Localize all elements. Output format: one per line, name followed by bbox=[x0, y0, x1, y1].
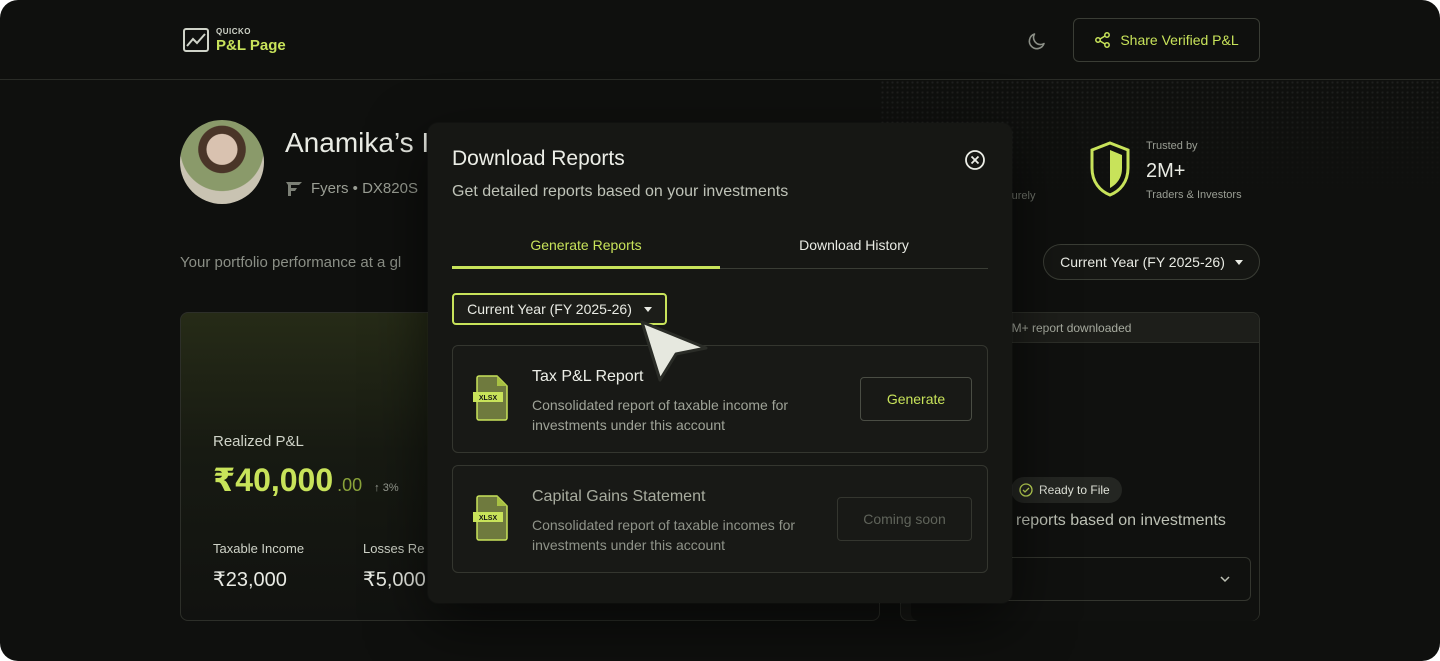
fy-select-label: Current Year (FY 2025-26) bbox=[467, 301, 632, 317]
downloads-note-text: 3M+ report downloaded bbox=[1005, 320, 1132, 335]
fy-select-dropdown[interactable]: Current Year (FY 2025-26) bbox=[452, 293, 667, 325]
generate-button[interactable]: Generate bbox=[860, 377, 972, 421]
close-icon bbox=[965, 150, 985, 170]
share-label: Share Verified P&L bbox=[1120, 32, 1239, 48]
report-card-tax-pl: XLSX Tax P&L Report Consolidated report … bbox=[452, 345, 988, 453]
year-filter-label: Current Year (FY 2025-26) bbox=[1060, 254, 1225, 270]
year-filter-dropdown[interactable]: Current Year (FY 2025-26) bbox=[1043, 244, 1260, 280]
report-description: Consolidated report of taxable incomes f… bbox=[532, 517, 796, 553]
losses-label: Losses Re bbox=[363, 541, 425, 556]
realized-decimal: .00 bbox=[337, 475, 363, 495]
report-title: Capital Gains Statement bbox=[532, 488, 706, 505]
app-frame: QUICKO P&L Page Share Verified P&L Anami… bbox=[0, 0, 1440, 661]
shield-icon bbox=[1090, 141, 1130, 197]
realized-pl-label: Realized P&L bbox=[213, 433, 304, 450]
taxable-income-label: Taxable Income bbox=[213, 541, 305, 556]
share-verified-pl-button[interactable]: Share Verified P&L bbox=[1073, 18, 1260, 62]
avatar bbox=[180, 120, 264, 204]
caret-down-icon bbox=[1234, 259, 1243, 265]
caret-down-icon bbox=[643, 306, 652, 312]
report-tabs: Generate Reports Download History bbox=[452, 229, 988, 269]
check-circle-icon bbox=[1019, 483, 1033, 497]
xlsx-file-icon: XLSX bbox=[473, 375, 508, 421]
logo[interactable]: QUICKO P&L Page bbox=[182, 26, 286, 54]
realized-change: ↑ 3% bbox=[374, 482, 399, 494]
logo-small-text: QUICKO bbox=[216, 26, 251, 36]
chart-line-icon bbox=[183, 28, 209, 52]
ready-to-file-badge: Ready to File bbox=[1011, 477, 1122, 503]
trusted-by-label: Trusted by bbox=[1146, 140, 1198, 152]
chevron-down-icon bbox=[1220, 576, 1230, 583]
close-button[interactable] bbox=[964, 149, 986, 171]
svg-text:XLSX: XLSX bbox=[479, 515, 498, 522]
taxable-income-value: ₹23,000 bbox=[213, 569, 287, 591]
cursor-pointer-icon bbox=[640, 320, 708, 382]
ready-to-file-text: Ready to File bbox=[1039, 483, 1110, 497]
top-header: QUICKO P&L Page Share Verified P&L bbox=[0, 0, 1440, 80]
fyers-logo-icon bbox=[286, 182, 302, 196]
right-card-description: reports based on investments bbox=[1016, 512, 1226, 529]
report-description: Consolidated report of taxable income fo… bbox=[532, 397, 789, 433]
right-card-select[interactable] bbox=[1001, 557, 1251, 601]
losses-value: ₹5,000 bbox=[363, 569, 426, 591]
trusted-sub: Traders & Investors bbox=[1146, 189, 1242, 201]
share-icon bbox=[1095, 32, 1111, 48]
broker-text: Fyers • DX820S bbox=[311, 179, 418, 197]
trusted-count: 2M+ bbox=[1146, 160, 1186, 182]
moon-icon[interactable] bbox=[1026, 30, 1048, 52]
portfolio-subtitle: Your portfolio performance at a gl bbox=[180, 254, 402, 271]
report-title: Tax P&L Report bbox=[532, 368, 644, 385]
trusted-block: Trusted by 2M+ Traders & Investors bbox=[1088, 140, 1242, 201]
logo-title: P&L Page bbox=[216, 36, 286, 54]
profile-name: Anamika’s I bbox=[285, 127, 430, 158]
coming-soon-button: Coming soon bbox=[837, 497, 972, 541]
tab-download-history[interactable]: Download History bbox=[720, 229, 988, 268]
report-card-capital-gains: XLSX Capital Gains Statement Consolidate… bbox=[452, 465, 988, 573]
tab-generate-reports[interactable]: Generate Reports bbox=[452, 229, 720, 269]
modal-title: Download Reports bbox=[452, 147, 625, 170]
realized-main: ₹40,000 bbox=[213, 462, 334, 498]
broker-info: Fyers • DX820S bbox=[285, 179, 418, 197]
xlsx-file-icon: XLSX bbox=[473, 495, 508, 541]
svg-text:XLSX: XLSX bbox=[479, 395, 498, 402]
modal-subtitle: Get detailed reports based on your inves… bbox=[452, 183, 789, 200]
realized-pl-value: ₹40,000 .00 ↑ 3% bbox=[213, 461, 399, 499]
download-reports-modal: Download Reports Get detailed reports ba… bbox=[428, 123, 1012, 603]
